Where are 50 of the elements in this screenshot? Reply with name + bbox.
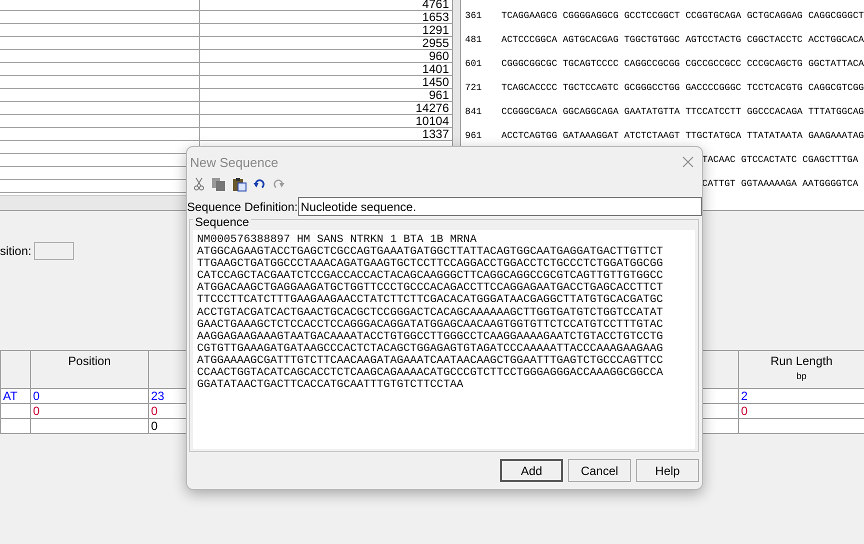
copy-icon[interactable] — [211, 176, 226, 192]
line-number: 961 — [464, 130, 483, 140]
table-cell: 14276 — [416, 101, 449, 115]
table-cell: 961 — [428, 88, 449, 102]
sequence-line: CCGGGCGACA GGCAGGCAGA GAATATGTTA TTCCATCCTT GGCCCACAGA TTTATGGCAG — [501, 106, 864, 116]
sequence-line: TACAAC GTCCACTATC CGAGCTTTGA — [702, 154, 858, 164]
sequence-line: ACTCCCGGCA AGTGCACGAG TGGCTGTGGC AGTCCTACTG CGGCTACCTC ACCTGGCACA — [501, 34, 864, 44]
table-cell: 1291 — [422, 23, 449, 37]
table-cell: 1450 — [422, 75, 449, 89]
table-cell: 0 — [33, 390, 40, 402]
undo-icon[interactable] — [253, 179, 266, 189]
sequence-line: ACCTCAGTGG GATAAAGGAT ATCTCTAAGT TTGCTATGCA TTATATAATA GAAGAAATAG — [501, 130, 864, 140]
sequence-line: TCAGGAAGCG CGGGGAGGCG GCCTCCGGCT CCGGTGCAGA GCTGCAGGAG CAGGCGGGCT — [501, 10, 864, 20]
table-cell: 960 — [428, 49, 449, 63]
table-cell: 0 — [151, 404, 158, 418]
table-cell: 0 — [33, 404, 40, 418]
table-cell: 1653 — [422, 10, 449, 24]
field-label: Sequence Definition: — [187, 200, 298, 214]
table-cell: 10104 — [416, 114, 449, 128]
table-cell: 23 — [151, 390, 164, 402]
line-number: 361 — [464, 10, 483, 20]
table-cell: 2 — [741, 390, 748, 402]
column-header: Run Length — [770, 354, 833, 368]
line-number: 841 — [464, 106, 483, 116]
line-number: 721 — [464, 82, 483, 92]
sequence-line: CATTGT GGTAAAAAGA AATGGGGTCA — [702, 178, 858, 188]
dialog-button[interactable]: Help — [636, 459, 699, 482]
sequence-text-area[interactable]: NM000576388897 HM SANS NTRKN 1 BTA 1B MRNA ATGGCAGAAGTACCTGAGCTCGCCAGTGAAATGATGGCTTATTACAGTGGCAATGAGGATGACTTGTTCT TTGAAGCTGATGGCCCTAAACAGATGAAGTGCTCCTTCCAGGACCTGGACCTCTGCCCTCTGGATGGCGG CATCCAGCTACGAATCTCCGACCACCACTACAGCAAGGGCTTCAGGCAGGCCGCGTCAGTTGTTGTGGCC ATGGACAAGCTGAGGAAGATGCTGGTTCCCTGCCCACAGACCTTCCAGGAGAATGACCTGAGCACCTTCT TTCCCTTCATCTTTGAAGAAGAACCTATCTTCTTCGACACATGGGATAACGAGGCTTATGTGCACGATGC ACCTGTACGATCACTGAACTGCACGCTCCGGGACTCACAGCAAAAAAGCTTGGTGATGTCTGGTCCATAT GAACTGAAAGCTCTCCACCTCCAGGGACAGGATATGGAGCAACAAGTGGTGTTCTCCATGTCCTTTGTAC AAGGAGAAGAAAGTAATGACAAAATACCTGTGGCCTTGGGCCTCAAGGAAAAGAATCTGTACCTGTCCTG CGTGTTGAAAGATGATAAGCCCACTCTACAGCTGGAGAGTGTAGATCCCAAAAATTACCCAAAGAAGAAG ATGGAAAAGCGATTTGTCTTCAACAAGATAGAAATCAATAACAAGCTGGAATTTGAGTCTGCCCAGTTCC CCAACTGGTACATCAGCACCTCTCAAGCAGAAAACATGCCCGTCTTCCTGGGAGGGACCAAAGGCGGCCA GGATATAACTGACTTCACCATGCAATTTGTGTCTTCCTAA — [193, 230, 695, 449]
line-number: 601 — [464, 58, 483, 68]
sequence-line: CGGGCGGCGC TGCAGTCCCC CAGGCCGCGG CGCCGCCGCC CCCGCAGCTG GGCTATTACA — [501, 58, 864, 68]
table-cell: 2955 — [422, 36, 449, 50]
paste-icon[interactable] — [232, 176, 247, 192]
table-cell: AT — [3, 390, 18, 402]
position-field[interactable] — [34, 242, 74, 260]
dialog-button[interactable]: Add — [500, 459, 563, 482]
table-cell: 1337 — [422, 127, 449, 141]
unit-label: bp — [795, 371, 808, 381]
line-number: 481 — [464, 34, 483, 44]
dialog-title: New Sequence — [190, 154, 278, 170]
field-label: sition: — [0, 244, 32, 258]
dialog-button[interactable]: Cancel — [568, 459, 631, 482]
table-cell: 1401 — [422, 62, 449, 76]
group-label: Sequence — [193, 216, 252, 228]
table-cell: 0 — [741, 404, 748, 418]
close-icon[interactable] — [682, 156, 694, 168]
sequence-line: TCAGCACCCC TGCTCCAGTC GCGGGCCTGG GACCCCGGGC TCCTCACGTG CAGGCGTCGG — [501, 82, 864, 92]
table-cell: 0 — [151, 420, 158, 432]
definition-field[interactable]: Nucleotide sequence. — [298, 197, 702, 216]
column-header: Position — [68, 354, 111, 368]
scissors-icon[interactable] — [193, 177, 205, 191]
